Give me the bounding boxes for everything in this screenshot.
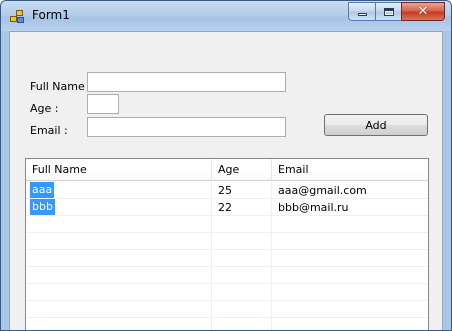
list-row[interactable]: aaa 25 aaa@gmail.com	[26, 182, 428, 199]
cell-full-name: bbb	[26, 199, 212, 215]
form-client-area: Full Name : Age : Email : Add Full Name …	[9, 31, 443, 330]
window-title: Form1	[32, 8, 70, 22]
maximize-icon	[383, 7, 394, 16]
list-rows: aaa 25 aaa@gmail.com bbb 22 bbb@mail.ru	[26, 182, 428, 330]
full-name-label: Full Name :	[30, 80, 92, 93]
full-name-input[interactable]	[87, 72, 286, 92]
empty-row	[26, 301, 428, 318]
empty-row	[26, 284, 428, 301]
cell-email: bbb@mail.ru	[278, 200, 349, 214]
empty-row	[26, 216, 428, 233]
cell-full-name: aaa	[26, 182, 212, 198]
list-row[interactable]: bbb 22 bbb@mail.ru	[26, 199, 428, 216]
column-header-email[interactable]: Email	[272, 159, 428, 181]
list-header: Full Name Age Email	[26, 159, 428, 181]
cell-age: 22	[212, 199, 272, 215]
app-icon	[10, 10, 25, 23]
people-list-view[interactable]: Full Name Age Email aaa 25 aaa@gmail.com…	[25, 158, 429, 330]
selected-name: bbb	[30, 199, 55, 215]
close-button[interactable]: ✕	[401, 2, 445, 21]
column-header-age[interactable]: Age	[212, 159, 272, 181]
empty-row	[26, 267, 428, 284]
app-window: Form1 ✕ Full Name : Age : Email : Add Fu…	[0, 0, 452, 331]
cell-age: 25	[212, 182, 272, 198]
cell-email: aaa@gmail.com	[278, 183, 367, 197]
email-label: Email :	[30, 124, 68, 137]
close-icon: ✕	[417, 4, 429, 19]
add-button[interactable]: Add	[324, 114, 428, 136]
age-label: Age :	[30, 102, 59, 115]
minimize-icon	[357, 13, 367, 16]
selected-name: aaa	[30, 182, 55, 198]
maximize-button[interactable]	[375, 2, 401, 21]
caption-buttons: ✕	[348, 2, 445, 22]
empty-row	[26, 318, 428, 330]
minimize-button[interactable]	[348, 2, 375, 21]
empty-row	[26, 233, 428, 250]
title-bar[interactable]: Form1 ✕	[1, 1, 451, 31]
empty-row	[26, 250, 428, 267]
email-input[interactable]	[87, 117, 286, 137]
age-input[interactable]	[87, 94, 119, 114]
column-header-full-name[interactable]: Full Name	[26, 159, 212, 181]
